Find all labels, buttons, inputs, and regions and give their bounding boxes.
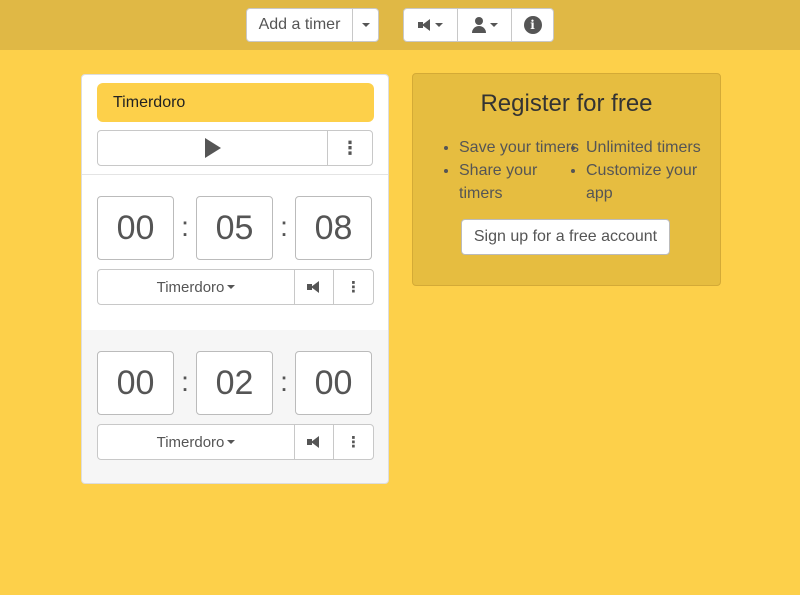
speaker-icon (307, 436, 321, 448)
timer-2-seconds[interactable]: 00 (295, 351, 372, 415)
benefits-list-left: Save your timers Share your timers (459, 136, 584, 205)
speaker-icon (418, 19, 432, 31)
timer-title[interactable]: Timerdoro (97, 83, 374, 122)
user-icon (471, 17, 487, 33)
timer-card-header: Timerdoro ⋮ (82, 75, 388, 175)
chevron-down-icon (435, 23, 443, 27)
timer-1-colon: : (181, 211, 189, 242)
signup-button[interactable]: Sign up for a free account (461, 219, 670, 255)
timer-1-menu-button[interactable]: ⋮ (333, 269, 374, 305)
timer-1-colon: : (280, 211, 288, 242)
benefit-item: Share your timers (459, 159, 584, 205)
chevron-down-icon (490, 23, 498, 27)
user-menu-button[interactable] (457, 8, 512, 42)
timer-1-minutes[interactable]: 05 (196, 196, 273, 260)
timer-1-seconds[interactable]: 08 (295, 196, 372, 260)
timer-1-hours[interactable]: 00 (97, 196, 174, 260)
timer-1-sound-button[interactable] (294, 269, 334, 305)
info-button[interactable]: i (511, 8, 554, 42)
chevron-down-icon (227, 440, 236, 444)
benefits-list-right: Unlimited timers Customize your app (586, 136, 716, 205)
timer-2-hours[interactable]: 00 (97, 351, 174, 415)
chevron-down-icon (361, 23, 370, 27)
register-title: Register for free (480, 90, 653, 117)
benefit-item: Unlimited timers (586, 136, 716, 159)
timer-2-preset-dropdown[interactable]: Timerdoro (97, 424, 295, 460)
play-icon (204, 138, 221, 158)
speaker-icon (307, 281, 321, 293)
register-panel: Register for free Save your timers Share… (412, 73, 721, 286)
benefit-item: Customize your app (586, 159, 716, 205)
benefit-item: Save your timers (459, 136, 584, 159)
timer-2-minutes[interactable]: 02 (196, 351, 273, 415)
timer-2-colon: : (280, 366, 288, 397)
timer-card-menu-button[interactable]: ⋮ (327, 130, 373, 166)
info-icon: i (523, 16, 542, 34)
add-timer-button[interactable]: Add a timer (246, 8, 353, 42)
more-vertical-icon: ⋮ (346, 434, 361, 451)
timer-2-sound-button[interactable] (294, 424, 334, 460)
timer-1-preset-dropdown[interactable]: Timerdoro (97, 269, 295, 305)
add-timer-label: Add a timer (258, 16, 341, 33)
timer-1-preset-label: Timerdoro (156, 278, 225, 296)
play-button[interactable] (97, 130, 328, 166)
top-toolbar: Add a timer i (0, 0, 800, 50)
more-vertical-icon: ⋮ (341, 137, 359, 158)
timer-2-colon: : (181, 366, 189, 397)
timer-2-menu-button[interactable]: ⋮ (333, 424, 374, 460)
timer-card: Timerdoro ⋮ 00 : 05 : 08 Timerdoro ⋮ 00 … (81, 74, 389, 484)
more-vertical-icon: ⋮ (346, 279, 361, 296)
add-timer-dropdown-button[interactable] (352, 8, 379, 42)
chevron-down-icon (227, 285, 236, 289)
sound-menu-button[interactable] (403, 8, 458, 42)
timer-2-preset-label: Timerdoro (156, 433, 225, 451)
